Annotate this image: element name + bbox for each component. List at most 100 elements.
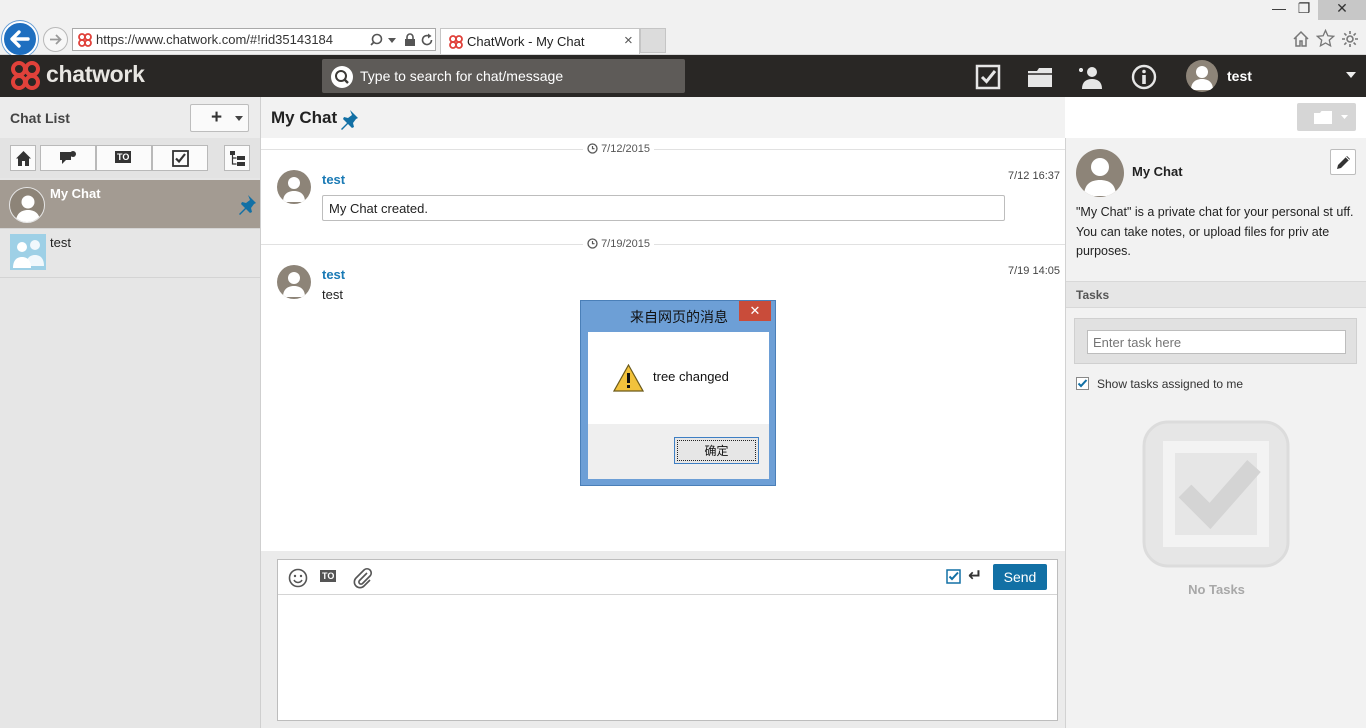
search-icon[interactable] <box>370 32 386 48</box>
enter-key-icon[interactable]: ↵ <box>968 566 982 586</box>
user-silhouette-icon <box>1191 66 1213 90</box>
compose-toolbar: TO ↵ Send <box>278 560 1057 595</box>
page-title: My Chat <box>271 108 338 127</box>
app-header: chatwork Type to search for chat/message… <box>0 55 1366 97</box>
clock-icon <box>587 238 598 249</box>
chevron-down-icon[interactable] <box>1346 72 1356 78</box>
to-icon[interactable]: TO <box>320 570 337 582</box>
tab-title: ChatWork - My Chat <box>467 34 585 49</box>
date-label: 7/19/2015 <box>583 238 654 250</box>
back-button[interactable] <box>2 21 38 57</box>
address-bar[interactable]: https://www.chatwork.com/#!rid35143184 <box>72 28 436 51</box>
user-silhouette-icon <box>283 177 305 202</box>
message-timestamp: 7/12 16:37 <box>1008 170 1060 182</box>
maximize-button[interactable]: ❐ <box>1292 0 1316 20</box>
send-button[interactable]: Send <box>993 564 1047 590</box>
avatar[interactable] <box>277 265 311 299</box>
unread-message-icon <box>60 151 76 164</box>
date-label: 7/12/2015 <box>583 143 654 155</box>
forward-arrow-icon <box>50 34 62 45</box>
checkmark-icon <box>1077 379 1088 388</box>
filter-home-button[interactable] <box>10 145 36 171</box>
forward-button[interactable] <box>43 27 68 52</box>
show-assigned-checkbox[interactable] <box>1076 377 1089 390</box>
tree-list-icon <box>230 151 245 166</box>
user-silhouette-icon <box>16 195 40 222</box>
search-placeholder: Type to search for chat/message <box>360 68 564 84</box>
close-window-button[interactable]: ✕ <box>1318 0 1366 20</box>
home-icon <box>16 151 31 166</box>
pencil-icon <box>1337 156 1350 169</box>
task-checkbox-icon[interactable] <box>975 64 1001 90</box>
folder-icon <box>1314 111 1332 124</box>
compose-box: TO ↵ Send <box>277 559 1058 721</box>
favorites-star-icon[interactable] <box>1316 29 1335 48</box>
message-sender[interactable]: test <box>322 267 345 282</box>
search-icon <box>331 66 353 88</box>
search-box[interactable]: Type to search for chat/message <box>322 59 685 93</box>
pin-icon[interactable] <box>337 109 359 131</box>
dialog-message: tree changed <box>653 369 729 384</box>
message-compose-area: TO ↵ Send <box>261 551 1065 728</box>
home-icon[interactable] <box>1292 30 1310 48</box>
chatwork-logo[interactable]: chatwork <box>46 61 145 88</box>
task-input[interactable] <box>1087 330 1346 354</box>
pin-icon[interactable] <box>235 194 257 216</box>
dialog-close-button[interactable]: ✕ <box>739 301 771 321</box>
room-description: "My Chat" is a private chat for your per… <box>1076 205 1354 258</box>
back-arrow-icon <box>10 30 30 48</box>
edit-room-button[interactable] <box>1330 149 1356 175</box>
minimize-button[interactable]: — <box>1268 0 1290 20</box>
tasks-title: Tasks <box>1076 288 1110 302</box>
refresh-icon[interactable] <box>420 33 434 47</box>
avatar <box>9 187 45 223</box>
user-silhouette-icon <box>1084 158 1116 196</box>
add-chat-button[interactable]: + <box>190 104 249 132</box>
sidebar-item-my-chat[interactable]: My Chat <box>0 180 260 228</box>
filter-to-button[interactable]: TO <box>96 145 152 171</box>
to-icon: TO <box>115 151 132 163</box>
tab-close-button[interactable]: × <box>624 32 633 49</box>
emoticon-icon[interactable] <box>288 568 308 588</box>
show-assigned-label[interactable]: Show tasks assigned to me <box>1097 377 1243 391</box>
chatwork-favicon-icon <box>449 35 463 49</box>
message-text: test <box>322 287 343 302</box>
message-input[interactable] <box>278 596 1057 720</box>
room-info-name: My Chat <box>1132 164 1183 179</box>
filter-unread-button[interactable] <box>40 145 96 171</box>
user-name[interactable]: test <box>1227 68 1252 84</box>
ok-button[interactable]: 确定 <box>674 437 759 464</box>
file-menu-button[interactable] <box>1297 103 1356 131</box>
avatar <box>1076 149 1124 197</box>
category-tree-button[interactable] <box>224 145 250 171</box>
date-separator <box>261 244 1065 245</box>
lock-icon <box>405 33 415 46</box>
no-tasks-checkbox-icon <box>1142 420 1290 568</box>
avatar[interactable] <box>277 170 311 204</box>
date-separator <box>261 149 1065 150</box>
chevron-down-icon <box>1341 115 1348 119</box>
browser-tab[interactable]: ChatWork - My Chat × <box>440 28 640 54</box>
chat-filter-bar: TO <box>0 138 260 178</box>
dialog-footer: 确定 <box>588 424 769 479</box>
chatwork-logo-icon[interactable] <box>10 61 42 91</box>
sidebar-item-test[interactable]: test <box>0 229 260 277</box>
info-icon[interactable] <box>1131 64 1157 90</box>
task-input-area <box>1074 318 1357 364</box>
message-timestamp: 7/19 14:05 <box>1008 265 1060 277</box>
attachment-paperclip-icon[interactable] <box>352 567 374 589</box>
chat-list-title: Chat List <box>10 110 70 126</box>
room-header: My Chat <box>261 97 1065 138</box>
message-body-box: My Chat created. <box>322 195 1005 221</box>
date-text: 7/19/2015 <box>601 238 650 250</box>
task-checkbox-icon[interactable] <box>946 569 961 584</box>
filter-task-button[interactable] <box>152 145 208 171</box>
dropdown-icon[interactable] <box>388 38 396 44</box>
settings-gear-icon[interactable] <box>1341 30 1359 48</box>
message-sender[interactable]: test <box>322 172 345 187</box>
browser-toolbar: — ❐ ✕ https://www.chatwork.com/#!rid3514… <box>0 0 1366 57</box>
avatar[interactable] <box>1186 60 1218 92</box>
folder-icon[interactable] <box>1026 64 1054 90</box>
new-tab-button[interactable] <box>640 28 666 53</box>
add-contact-icon[interactable] <box>1076 64 1104 90</box>
